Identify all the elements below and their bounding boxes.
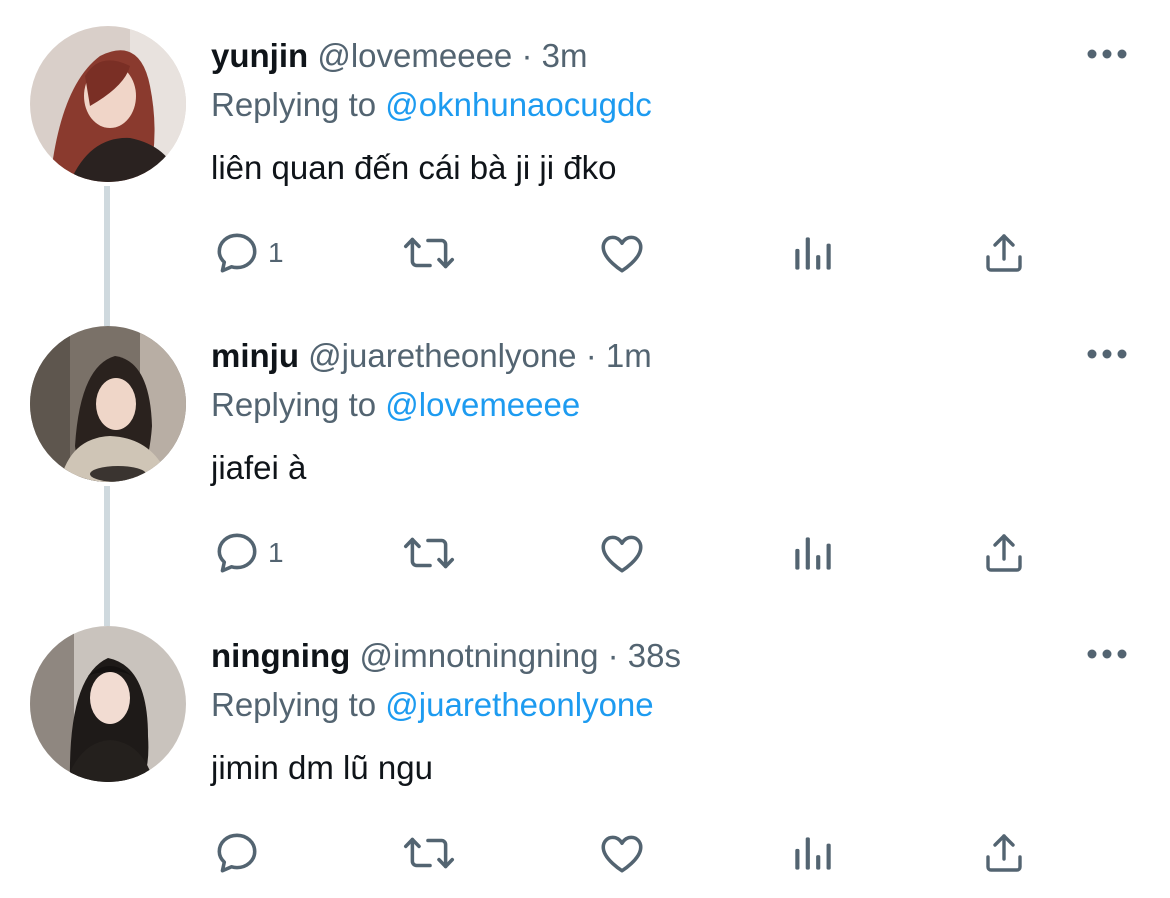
action-bar: 1 — [0, 218, 1170, 288]
separator-dot: · — [607, 637, 619, 674]
avatar[interactable] — [30, 626, 186, 782]
username-handle[interactable]: @imnotningning — [359, 637, 598, 674]
share-button[interactable] — [980, 818, 1028, 888]
tweet-header: yunjin @lovemeeee · 3m — [211, 34, 587, 78]
share-icon — [986, 234, 1022, 272]
share-icon — [986, 534, 1022, 572]
timestamp[interactable]: 3m — [542, 37, 588, 74]
more-icon[interactable] — [1086, 344, 1128, 364]
share-button[interactable] — [980, 518, 1028, 588]
analytics-button[interactable] — [790, 218, 836, 288]
reply-count: 1 — [268, 537, 284, 568]
separator-dot: · — [585, 337, 597, 374]
mention-link[interactable]: @juaretheonlyone — [385, 686, 653, 723]
tweet[interactable]: ningning @imnotningning · 38s Replying t… — [0, 600, 1170, 898]
username-handle[interactable]: @juaretheonlyone — [308, 337, 576, 374]
analytics-icon — [795, 837, 831, 870]
retweet-button[interactable] — [402, 518, 456, 588]
mention-link[interactable]: @lovemeeee — [385, 386, 580, 423]
timestamp[interactable]: 1m — [606, 337, 652, 374]
action-bar — [0, 818, 1170, 888]
replying-to-line: Replying to @lovemeeee — [211, 383, 580, 427]
replying-to-label: Replying to — [211, 686, 377, 723]
reply-button[interactable]: 1 — [212, 518, 284, 588]
share-icon — [986, 834, 1022, 872]
more-icon[interactable] — [1086, 44, 1128, 64]
retweet-icon — [403, 237, 455, 269]
more-icon[interactable] — [1086, 644, 1128, 664]
timestamp[interactable]: 38s — [628, 637, 681, 674]
reply-button[interactable]: 1 — [212, 218, 284, 288]
like-button[interactable] — [597, 218, 647, 288]
retweet-icon — [403, 537, 455, 569]
share-button[interactable] — [980, 218, 1028, 288]
analytics-button[interactable] — [790, 518, 836, 588]
avatar[interactable] — [30, 326, 186, 482]
display-name[interactable]: minju — [211, 337, 299, 374]
replying-to-line: Replying to @juaretheonlyone — [211, 683, 654, 727]
tweet-header: minju @juaretheonlyone · 1m — [211, 334, 652, 378]
reply-thread: yunjin @lovemeeee · 3m Replying to @oknh… — [0, 0, 1170, 898]
like-icon — [601, 535, 643, 573]
analytics-icon — [795, 237, 831, 270]
action-bar: 1 — [0, 518, 1170, 588]
analytics-icon — [795, 537, 831, 570]
tweet-text: jiafei à — [211, 449, 307, 486]
analytics-button[interactable] — [790, 818, 836, 888]
display-name[interactable]: yunjin — [211, 37, 308, 74]
like-icon — [601, 235, 643, 273]
replying-to-label: Replying to — [211, 386, 377, 423]
reply-icon — [217, 233, 257, 273]
reply-icon — [217, 833, 257, 873]
reply-icon — [217, 533, 257, 573]
like-button[interactable] — [597, 818, 647, 888]
tweet[interactable]: yunjin @lovemeeee · 3m Replying to @oknh… — [0, 0, 1170, 300]
separator-dot: · — [521, 37, 533, 74]
tweet[interactable]: minju @juaretheonlyone · 1m Replying to … — [0, 300, 1170, 600]
retweet-button[interactable] — [402, 818, 456, 888]
like-icon — [601, 835, 643, 873]
like-button[interactable] — [597, 518, 647, 588]
reply-button[interactable] — [212, 818, 268, 888]
reply-count: 1 — [268, 237, 284, 268]
retweet-icon — [403, 837, 455, 869]
tweet-header: ningning @imnotningning · 38s — [211, 634, 681, 678]
replying-to-label: Replying to — [211, 86, 377, 123]
tweet-text: jimin dm lũ ngu — [211, 749, 433, 786]
tweet-text: liên quan đến cái bà ji ji đko — [211, 149, 617, 186]
username-handle[interactable]: @lovemeeee — [317, 37, 512, 74]
avatar[interactable] — [30, 26, 186, 182]
mention-link[interactable]: @oknhunaocugdc — [385, 86, 652, 123]
display-name[interactable]: ningning — [211, 637, 350, 674]
replying-to-line: Replying to @oknhunaocugdc — [211, 83, 652, 127]
retweet-button[interactable] — [402, 218, 456, 288]
